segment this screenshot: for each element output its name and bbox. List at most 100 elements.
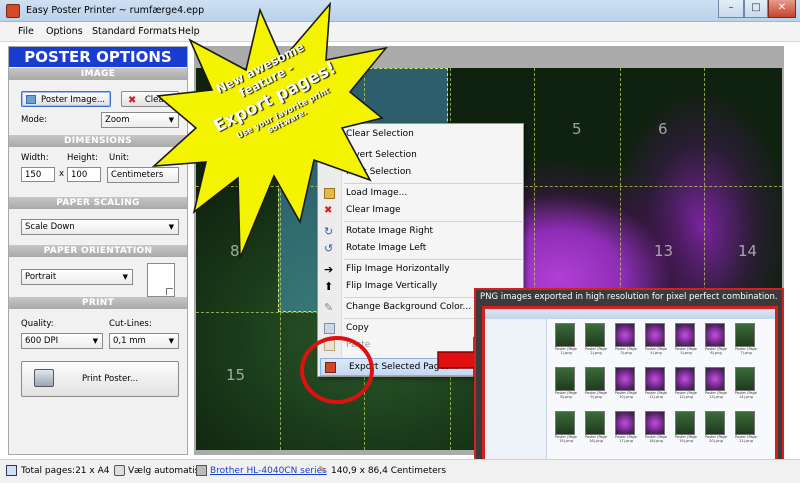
thumbnail-caption: Poster (Page 1).png (555, 347, 577, 355)
thumbnail-item[interactable]: Poster (Page 9).png (585, 367, 607, 399)
quality-select[interactable]: 600 DPI ▼ (21, 333, 103, 349)
close-button[interactable]: ✕ (768, 0, 796, 18)
thumbnail-item[interactable]: Poster (Page 15).png (555, 411, 577, 443)
thumbnail-item[interactable]: Poster (Page 16).png (585, 411, 607, 443)
thumbnail-caption: Poster (Page 19).png (675, 435, 697, 443)
thumbnail-image (615, 367, 635, 391)
thumbnail-image (675, 411, 695, 435)
poster-image-label: Poster Image... (41, 95, 105, 105)
thumbnail-image (735, 323, 755, 347)
app-icon (6, 4, 20, 18)
menu-file[interactable]: File (18, 26, 34, 37)
thumbnail-grid: Poster (Page 1).png Poster (Page 2).png Po… (555, 323, 771, 459)
portrait-preview-icon (147, 263, 175, 297)
thumbnail-caption: Poster (Page 7).png (735, 347, 757, 355)
print-poster-button[interactable]: Print Poster... (21, 361, 179, 397)
printer-icon (196, 465, 207, 476)
flip-vertical-icon: ⬆ (324, 280, 334, 293)
thumbnail-image (555, 323, 575, 347)
width-label: Width: (21, 153, 49, 163)
page-number: 15 (226, 366, 246, 384)
thumbnail-image (585, 323, 605, 347)
menu-flip-horizontal-label: Flip Image Horizontally (346, 264, 450, 274)
orientation-select[interactable]: Portrait ▼ (21, 269, 133, 285)
height-input[interactable]: 100 (67, 167, 101, 182)
thumbnail-item[interactable]: Poster (Page 1).png (555, 323, 577, 355)
minimize-button[interactable]: – (718, 0, 744, 18)
thumbnail-image (645, 411, 665, 435)
thumbnail-item[interactable]: Poster (Page 6).png (705, 323, 727, 355)
thumbnail-caption: Poster (Page 2).png (585, 347, 607, 355)
file-explorer-preview: Poster (Page 1).png Poster (Page 2).png Po… (482, 306, 778, 464)
quality-value: 600 DPI (25, 336, 59, 346)
mode-label: Mode: (21, 115, 48, 125)
unit-label: Unit: (109, 153, 130, 163)
thumbnail-caption: Poster (Page 8).png (555, 391, 577, 399)
height-label: Height: (67, 153, 98, 163)
orientation-value: Portrait (25, 272, 57, 282)
color-icon: ✎ (324, 301, 334, 314)
status-printer-auto: Vælg automatisk (128, 466, 205, 476)
status-poster-size: 140,9 x 86,4 Centimeters (331, 466, 447, 476)
thumbnail-image (615, 323, 635, 347)
thumbnail-item[interactable]: Poster (Page 10).png (615, 367, 637, 399)
thumbnail-caption: Poster (Page 10).png (615, 391, 637, 399)
menu-bar: File Options Standard Formats Help (0, 22, 800, 42)
thumbnail-image (585, 367, 605, 391)
thumbnail-image (705, 323, 725, 347)
section-print: PRINT (9, 297, 187, 309)
page-number: 13 (654, 242, 674, 260)
thumbnail-image (675, 323, 695, 347)
thumbnail-item[interactable]: Poster (Page 13).png (705, 367, 727, 399)
flip-horizontal-icon: ➔ (324, 263, 334, 276)
scaling-value: Scale Down (25, 222, 75, 232)
cutlines-select[interactable]: 0,1 mm ▼ (109, 333, 179, 349)
width-input[interactable]: 150 (21, 167, 55, 182)
thumbnail-item[interactable]: Poster (Page 20).png (705, 411, 727, 443)
quality-label: Quality: (21, 319, 54, 329)
maximize-button[interactable]: □ (744, 0, 768, 18)
thumbnail-item[interactable]: Poster (Page 8).png (555, 367, 577, 399)
status-printer-link[interactable]: Brother HL-4040CN series (210, 466, 327, 476)
menu-flip-horizontal[interactable]: ➔ Flip Image Horizontally (318, 261, 523, 278)
thumbnail-caption: Poster (Page 11).png (645, 391, 667, 399)
menu-options[interactable]: Options (46, 26, 83, 37)
thumbnail-item[interactable]: Poster (Page 18).png (645, 411, 667, 443)
poster-image-button[interactable]: Poster Image... (21, 91, 111, 107)
thumbnail-caption: Poster (Page 17).png (615, 435, 637, 443)
times-label: x (59, 169, 65, 179)
thumbnail-caption: Poster (Page 21).png (735, 435, 757, 443)
thumbnail-image (585, 411, 605, 435)
thumbnail-item[interactable]: Poster (Page 17).png (615, 411, 637, 443)
status-bar: Total pages:21 x A4 Vælg automatisk Brot… (0, 459, 800, 483)
ruler-icon: ✎ (318, 465, 327, 476)
thumbnail-item[interactable]: Poster (Page 4).png (645, 323, 667, 355)
thumbnail-item[interactable]: Poster (Page 19).png (675, 411, 697, 443)
thumbnail-caption: Poster (Page 9).png (585, 391, 607, 399)
cutlines-label: Cut-Lines: (109, 319, 152, 329)
thumbnail-caption: Poster (Page 20).png (705, 435, 727, 443)
thumbnail-item[interactable]: Poster (Page 3).png (615, 323, 637, 355)
thumbnail-item[interactable]: Poster (Page 2).png (585, 323, 607, 355)
thumbnail-caption: Poster (Page 3).png (615, 347, 637, 355)
thumbnail-caption: Poster (Page 5).png (675, 347, 697, 355)
page-number: 14 (738, 242, 758, 260)
thumbnail-image (735, 367, 755, 391)
chevron-down-icon: ▼ (122, 273, 128, 281)
printer-icon (34, 369, 54, 387)
thumbnail-item[interactable]: Poster (Page 7).png (735, 323, 757, 355)
thumbnail-item[interactable]: Poster (Page 21).png (735, 411, 757, 443)
thumbnail-item[interactable]: Poster (Page 5).png (675, 323, 697, 355)
page-number: 5 (572, 120, 582, 138)
menu-copy-label: Copy (346, 323, 369, 333)
print-poster-label: Print Poster... (81, 374, 139, 384)
printer-icon (114, 465, 125, 476)
thumbnail-image (705, 367, 725, 391)
status-total-pages: Total pages:21 x A4 (21, 466, 110, 476)
thumbnail-caption: Poster (Page 4).png (645, 347, 667, 355)
thumbnail-item[interactable]: Poster (Page 12).png (675, 367, 697, 399)
thumbnail-item[interactable]: Poster (Page 11).png (645, 367, 667, 399)
thumbnail-caption: Poster (Page 18).png (645, 435, 667, 443)
thumbnail-item[interactable]: Poster (Page 14).png (735, 367, 757, 399)
highlight-circle (300, 336, 374, 404)
